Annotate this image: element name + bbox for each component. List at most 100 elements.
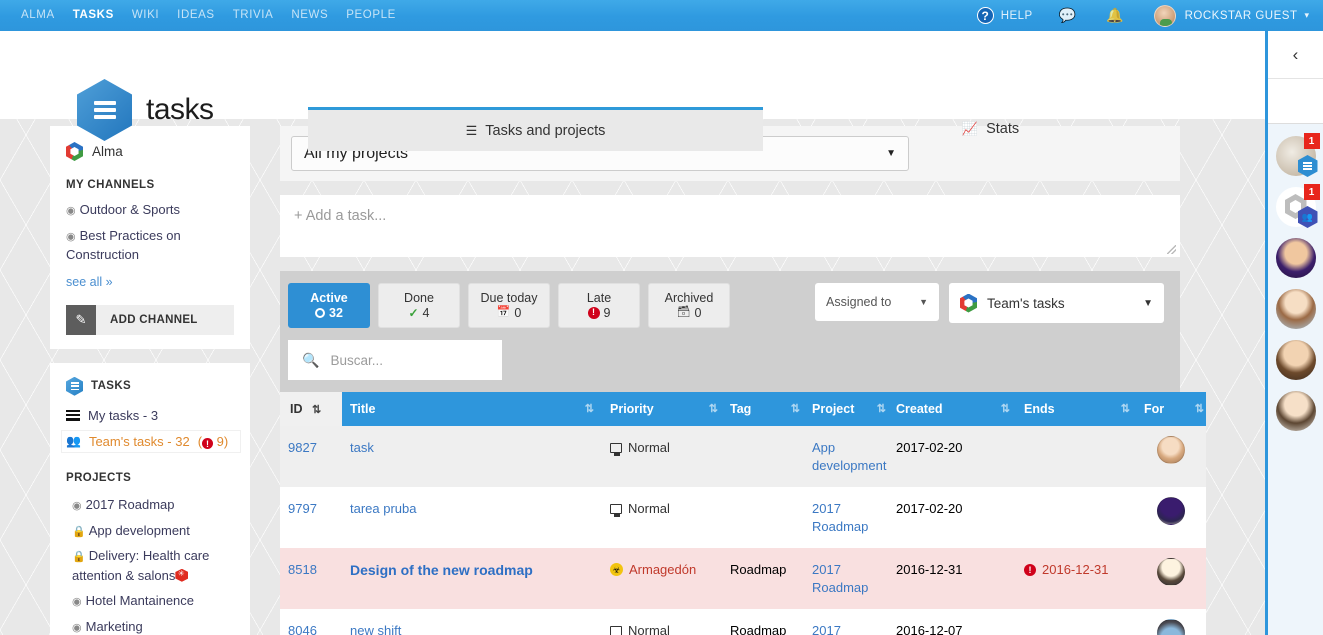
filter-due-today[interactable]: Due today 📅 0 [468, 283, 550, 328]
nav-item-ideas[interactable]: IDEAS [168, 0, 224, 31]
cell-created: 2016-12-07 [888, 609, 1016, 635]
nav-item-tasks[interactable]: TASKS [64, 0, 123, 31]
rail-item-contact[interactable] [1275, 289, 1316, 329]
exclamation-icon: ! [587, 306, 600, 319]
nav-item-alma[interactable]: ALMA [12, 0, 64, 31]
task-title-link[interactable]: Design of the new roadmap [350, 562, 533, 578]
filter-due-today-label: Due today [480, 291, 538, 305]
search-input[interactable]: 🔍 Buscar... [288, 340, 502, 380]
nav-item-wiki[interactable]: WIKI [123, 0, 168, 31]
cell-created: 2017-02-20 [888, 487, 1016, 549]
chevron-down-icon: ▼ [1143, 297, 1153, 309]
tasks-table: ID ⇅ Title ⇅ Priority ⇅ Tag ⇅ Project ⇅ … [280, 392, 1206, 635]
ends-late-wrap: ! 2016-12-31 [1024, 561, 1128, 579]
task-id-link[interactable]: 9827 [288, 440, 317, 455]
sort-icon[interactable]: ⇅ [709, 402, 718, 415]
cell-id: 8046 [280, 609, 342, 635]
filter-archived[interactable]: Archived 🗃 0 [648, 283, 730, 328]
sidebar-item-my-tasks[interactable]: My tasks - 3 [66, 408, 240, 423]
rail-item-tasks-notification[interactable]: 1 [1275, 133, 1320, 177]
sidebar-project-2017-roadmap-label: 2017 Roadmap [85, 497, 175, 513]
column-header-title[interactable]: Title ⇅ [342, 392, 602, 426]
column-header-project[interactable]: Project ⇅ [804, 392, 888, 426]
sidebar-project-app-development[interactable]: 🔒 App development [66, 521, 240, 541]
avatar[interactable] [1157, 558, 1185, 587]
chevron-down-icon[interactable]: ▾ [1304, 10, 1309, 21]
table-row[interactable]: 8046 new shift Normal Roadmap 2017 Roadm… [280, 609, 1206, 635]
see-all-channels-link[interactable]: see all » [66, 275, 113, 289]
rail-item-contact[interactable] [1275, 238, 1316, 278]
project-link[interactable]: 2017 Roadmap [812, 623, 868, 635]
sidebar-item-outdoor-sports[interactable]: ◉ Outdoor & Sports [66, 201, 234, 220]
filter-active[interactable]: Active 32 [288, 283, 370, 328]
add-channel-button[interactable]: ✎ ADD CHANNEL [66, 304, 234, 335]
avatar[interactable] [1157, 497, 1185, 526]
bell-icon[interactable]: 🔔 [1106, 7, 1123, 24]
project-link[interactable]: App development [812, 440, 886, 473]
task-title-link[interactable]: task [350, 440, 374, 455]
nav-item-trivia[interactable]: TRIVIA [224, 0, 283, 31]
table-row[interactable]: 9797 tarea pruba Normal 2017 Roadmap 201… [280, 487, 1206, 549]
task-title-link[interactable]: tarea pruba [350, 501, 417, 516]
project-link[interactable]: 2017 Roadmap [812, 562, 868, 595]
rail-collapse-button[interactable]: ‹ [1268, 31, 1323, 79]
nav-item-people[interactable]: PEOPLE [337, 0, 405, 31]
main-content: All my projects ▼ + Add a task... Active… [280, 126, 1206, 635]
sidebar-item-teams-tasks[interactable]: 👥 Team's tasks - 32 (! 9) [62, 430, 240, 453]
sort-icon[interactable]: ⇅ [312, 404, 321, 416]
cell-assignee [1136, 426, 1206, 488]
cell-project: App development [804, 426, 888, 488]
project-link[interactable]: 2017 Roadmap [812, 501, 868, 534]
sort-icon[interactable]: ⇅ [1195, 402, 1204, 415]
task-id-link[interactable]: 8046 [288, 623, 317, 635]
column-header-for[interactable]: For ⇅ [1136, 392, 1206, 426]
tab-stats[interactable]: 📈 Stats [763, 107, 1218, 151]
avatar[interactable] [1157, 619, 1185, 635]
column-header-tag[interactable]: Tag ⇅ [722, 392, 804, 426]
alma-logo-icon [66, 142, 83, 161]
chat-icon[interactable]: 💬 [1059, 7, 1076, 24]
rail-item-contact[interactable] [1275, 340, 1316, 380]
column-header-priority[interactable]: Priority ⇅ [602, 392, 722, 426]
user-avatar[interactable] [1153, 4, 1176, 27]
task-title-link[interactable]: new shift [350, 623, 401, 635]
team-row[interactable]: Alma [66, 142, 234, 161]
column-header-ends[interactable]: Ends ⇅ [1016, 392, 1136, 426]
column-header-created[interactable]: Created ⇅ [888, 392, 1016, 426]
assigned-to-select[interactable]: Assigned to ▼ [815, 283, 939, 321]
sort-icon[interactable]: ⇅ [791, 402, 800, 415]
sidebar-project-delivery-health-care[interactable]: 🔒 Delivery: Health care attention & salon… [66, 546, 240, 585]
table-row[interactable]: 8518 Design of the new roadmap ☣ Armaged… [280, 548, 1206, 610]
tab-tasks-and-projects[interactable]: ☰ Tasks and projects [308, 107, 763, 151]
cell-project: 2017 Roadmap [804, 548, 888, 610]
user-name-label[interactable]: ROCKSTAR GUEST [1185, 10, 1298, 22]
badge-count: 1 [1303, 133, 1320, 149]
task-id-link[interactable]: 9797 [288, 501, 317, 516]
task-id-link[interactable]: 8518 [288, 562, 317, 577]
sidebar-item-best-practices[interactable]: ◉ Best Practices on Construction [66, 227, 234, 265]
created-value: 2017-02-20 [896, 501, 963, 517]
filter-late[interactable]: Late ! 9 [558, 283, 640, 328]
sort-icon[interactable]: ⇅ [1121, 402, 1130, 415]
priority-label: Normal [628, 623, 670, 635]
search-placeholder: Buscar... [330, 352, 383, 368]
sidebar-project-marketing[interactable]: ◉ Marketing [66, 617, 240, 635]
avatar[interactable] [1157, 436, 1185, 464]
nav-item-news[interactable]: NEWS [282, 0, 337, 31]
top-navigation-bar: ALMA TASKS WIKI IDEAS TRIVIA NEWS PEOPLE… [0, 0, 1323, 31]
rail-avatar [1275, 391, 1316, 431]
rail-item-contact[interactable] [1275, 391, 1316, 431]
sort-icon[interactable]: ⇅ [1001, 402, 1010, 415]
team-scope-select[interactable]: Team's tasks ▼ [949, 283, 1164, 323]
column-header-id[interactable]: ID ⇅ [280, 392, 342, 426]
table-row[interactable]: 9827 task Normal App development 2017-02… [280, 426, 1206, 488]
sort-icon[interactable]: ⇅ [585, 402, 594, 415]
filter-done[interactable]: Done ✓ 4 [378, 283, 460, 328]
add-task-input[interactable]: + Add a task... [280, 195, 1180, 257]
sort-icon[interactable]: ⇅ [877, 402, 886, 415]
sidebar-project-hotel-mantainence[interactable]: ◉ Hotel Mantainence [66, 591, 240, 611]
sidebar-project-2017-roadmap[interactable]: ◉ 2017 Roadmap [66, 495, 240, 515]
rail-item-people-notification[interactable]: 1 👥 [1275, 184, 1320, 228]
help-button[interactable]: ? HELP [976, 7, 1033, 24]
filter-done-count: 4 [422, 305, 430, 320]
